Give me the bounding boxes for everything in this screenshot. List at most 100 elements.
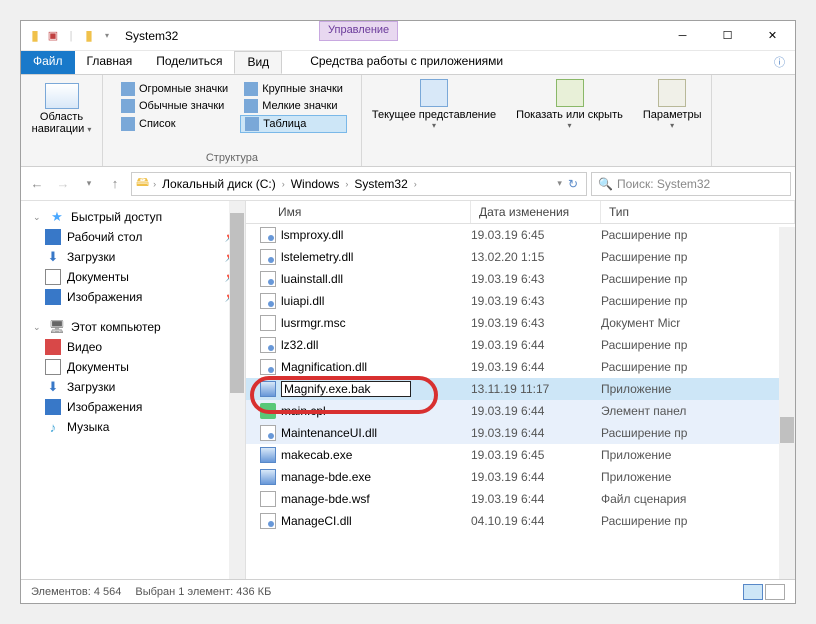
file-type: Файл сценария <box>601 492 795 506</box>
bc-system32[interactable]: System32 <box>352 177 409 191</box>
layout-small[interactable]: Мелкие значки <box>240 98 347 114</box>
folder-icon: ▮ <box>27 28 43 44</box>
file-type: Расширение пр <box>601 294 795 308</box>
file-row[interactable]: ManageCI.dll 04.10.19 6:44Расширение пр <box>246 510 795 532</box>
sidebar-pictures2[interactable]: Изображения <box>21 397 245 417</box>
file-date: 19.03.19 6:44 <box>471 360 601 374</box>
file-date: 19.03.19 6:43 <box>471 272 601 286</box>
file-date: 04.10.19 6:44 <box>471 514 601 528</box>
dll-icon <box>260 337 276 353</box>
column-headers: Имя Дата изменения Тип <box>246 201 795 224</box>
options-button[interactable]: Параметры▾ <box>633 75 712 166</box>
file-name: luainstall.dll <box>281 272 343 286</box>
tab-file[interactable]: Файл <box>21 51 75 74</box>
file-row[interactable]: MaintenanceUI.dll19.03.19 6:44Расширение… <box>246 422 795 444</box>
file-type: Расширение пр <box>601 338 795 352</box>
file-row[interactable]: main.cpl19.03.19 6:44Элемент панел <box>246 400 795 422</box>
filelist-scrollbar[interactable] <box>779 227 795 579</box>
file-row[interactable]: lz32.dll19.03.19 6:44Расширение пр <box>246 334 795 356</box>
sidebar-pictures[interactable]: Изображения📌 <box>21 287 245 307</box>
ribbon-collapse-icon[interactable]: ⓘ <box>764 51 795 74</box>
ribbon-group-panes: Область навигации ▾ <box>21 75 103 166</box>
tab-share[interactable]: Поделиться <box>144 51 234 74</box>
dll-icon <box>260 271 276 287</box>
col-header-name[interactable]: Имя <box>246 201 471 223</box>
sidebar-downloads2[interactable]: ⬇Загрузки <box>21 377 245 397</box>
sidebar-video[interactable]: Видео <box>21 337 245 357</box>
tab-app-tools[interactable]: Средства работы с приложениями <box>298 51 515 74</box>
file-name: ManageCI.dll <box>281 514 352 528</box>
sidebar-this-pc[interactable]: ⌄🖥Этот компьютер <box>21 317 245 337</box>
file-row[interactable]: 13.11.19 11:17Приложение <box>246 378 795 400</box>
layout-huge[interactable]: Огромные значки <box>117 81 232 97</box>
nav-pane-icon[interactable] <box>45 83 79 109</box>
file-type: Приложение <box>601 448 795 462</box>
sidebar-documents2[interactable]: Документы <box>21 357 245 377</box>
file-name: main.cpl <box>281 404 326 418</box>
file-row[interactable]: manage-bde.wsf19.03.19 6:44Файл сценария <box>246 488 795 510</box>
file-row[interactable]: Magnification.dll19.03.19 6:44Расширение… <box>246 356 795 378</box>
maximize-button[interactable]: ☐ <box>705 21 750 51</box>
layout-normal[interactable]: Обычные значки <box>117 98 232 114</box>
file-date: 19.03.19 6:44 <box>471 492 601 506</box>
sidebar-quick-access[interactable]: ⌄★Быстрый доступ <box>21 207 245 227</box>
forward-button[interactable]: → <box>51 172 75 196</box>
file-pane: Имя Дата изменения Тип lsmproxy.dll19.03… <box>246 201 795 579</box>
current-view-button[interactable]: Текущее представление▾ <box>362 75 506 166</box>
col-header-date[interactable]: Дата изменения <box>471 201 601 223</box>
sidebar-desktop[interactable]: Рабочий стол📌 <box>21 227 245 247</box>
breadcrumb[interactable]: 🖴 › Локальный диск (C:)› Windows› System… <box>131 172 587 196</box>
rename-input[interactable] <box>281 381 411 397</box>
minimize-button[interactable]: ─ <box>660 21 705 51</box>
dll-icon <box>260 513 276 529</box>
tab-home[interactable]: Главная <box>75 51 145 74</box>
file-row[interactable]: makecab.exe19.03.19 6:45Приложение <box>246 444 795 466</box>
layout-list[interactable]: Список <box>117 115 232 133</box>
statusbar: Элементов: 4 564 Выбран 1 элемент: 436 К… <box>21 579 795 603</box>
file-row[interactable]: luiapi.dll19.03.19 6:43Расширение пр <box>246 290 795 312</box>
recent-dropdown[interactable]: ▾ <box>77 172 101 196</box>
col-header-type[interactable]: Тип <box>601 201 795 223</box>
view-details-icon[interactable] <box>743 584 763 600</box>
file-row[interactable]: lusrmgr.msc19.03.19 6:43Документ Micr <box>246 312 795 334</box>
search-input[interactable]: 🔍Поиск: System32 <box>591 172 791 196</box>
close-button[interactable]: ✕ <box>750 21 795 51</box>
show-hide-button[interactable]: Показать или скрыть▾ <box>506 75 633 166</box>
layout-large[interactable]: Крупные значки <box>240 81 347 97</box>
file-name: makecab.exe <box>281 448 352 462</box>
file-name: lstelemetry.dll <box>281 250 353 264</box>
file-row[interactable]: lstelemetry.dll13.02.20 1:15Расширение п… <box>246 246 795 268</box>
qat-props-icon[interactable]: ▣ <box>45 28 61 44</box>
file-type: Приложение <box>601 470 795 484</box>
sidebar-music[interactable]: ♪Музыка <box>21 417 245 437</box>
ribbon: Область навигации ▾ Огромные значки Круп… <box>21 75 795 167</box>
back-button[interactable]: ← <box>25 172 49 196</box>
file-type: Элемент панел <box>601 404 795 418</box>
nav-pane-label[interactable]: Область навигации ▾ <box>29 111 94 135</box>
file-list[interactable]: lsmproxy.dll19.03.19 6:45Расширение прls… <box>246 224 795 579</box>
dll-icon <box>260 227 276 243</box>
file-row[interactable]: lsmproxy.dll19.03.19 6:45Расширение пр <box>246 224 795 246</box>
file-name: lz32.dll <box>281 338 318 352</box>
titlebar: ▮ ▣ | ▮ ▾ System32 Управление ─ ☐ ✕ <box>21 21 795 51</box>
file-type: Расширение пр <box>601 228 795 242</box>
layout-table[interactable]: Таблица <box>240 115 347 133</box>
sidebar-documents[interactable]: Документы📌 <box>21 267 245 287</box>
contextual-tab-manage[interactable]: Управление <box>319 21 398 41</box>
sidebar: ⌄★Быстрый доступ Рабочий стол📌 ⬇Загрузки… <box>21 201 246 579</box>
view-thumbs-icon[interactable] <box>765 584 785 600</box>
file-type: Приложение <box>601 382 795 396</box>
bc-drive[interactable]: Локальный диск (C:) <box>160 177 278 191</box>
file-type: Расширение пр <box>601 514 795 528</box>
sidebar-downloads[interactable]: ⬇Загрузки📌 <box>21 247 245 267</box>
up-button[interactable]: ↑ <box>103 172 127 196</box>
bc-windows[interactable]: Windows <box>289 177 342 191</box>
refresh-icon[interactable]: ↻ <box>564 177 582 191</box>
file-row[interactable]: manage-bde.exe19.03.19 6:44Приложение <box>246 466 795 488</box>
qat-dropdown[interactable]: ▾ <box>99 28 115 44</box>
file-date: 13.11.19 11:17 <box>471 382 601 396</box>
sidebar-scrollbar[interactable] <box>229 201 245 579</box>
file-date: 19.03.19 6:44 <box>471 470 601 484</box>
file-row[interactable]: luainstall.dll19.03.19 6:43Расширение пр <box>246 268 795 290</box>
tab-view[interactable]: Вид <box>234 51 282 74</box>
